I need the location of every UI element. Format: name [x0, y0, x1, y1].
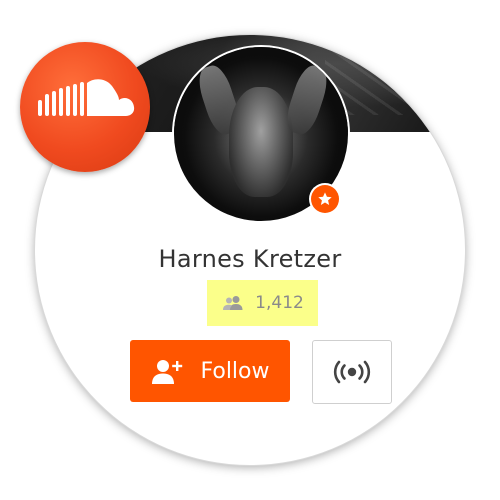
soundcloud-logo-icon [38, 79, 135, 116]
follow-button-label: Follow [200, 358, 270, 384]
followers-count-badge[interactable]: 1,412 [207, 280, 318, 326]
star-icon [318, 192, 332, 205]
soundcloud-logo[interactable] [20, 42, 150, 172]
users-icon [223, 296, 243, 310]
followers-count: 1,412 [255, 293, 304, 313]
avatar-detail [229, 87, 293, 197]
station-button[interactable] [312, 340, 392, 404]
follow-button[interactable]: Follow [130, 340, 290, 402]
avatar-detail [281, 62, 333, 138]
pro-badge [311, 185, 339, 213]
add-user-icon [152, 360, 183, 384]
broadcast-icon [333, 360, 371, 384]
profile-name[interactable]: Harnes Kretzer [35, 245, 465, 273]
